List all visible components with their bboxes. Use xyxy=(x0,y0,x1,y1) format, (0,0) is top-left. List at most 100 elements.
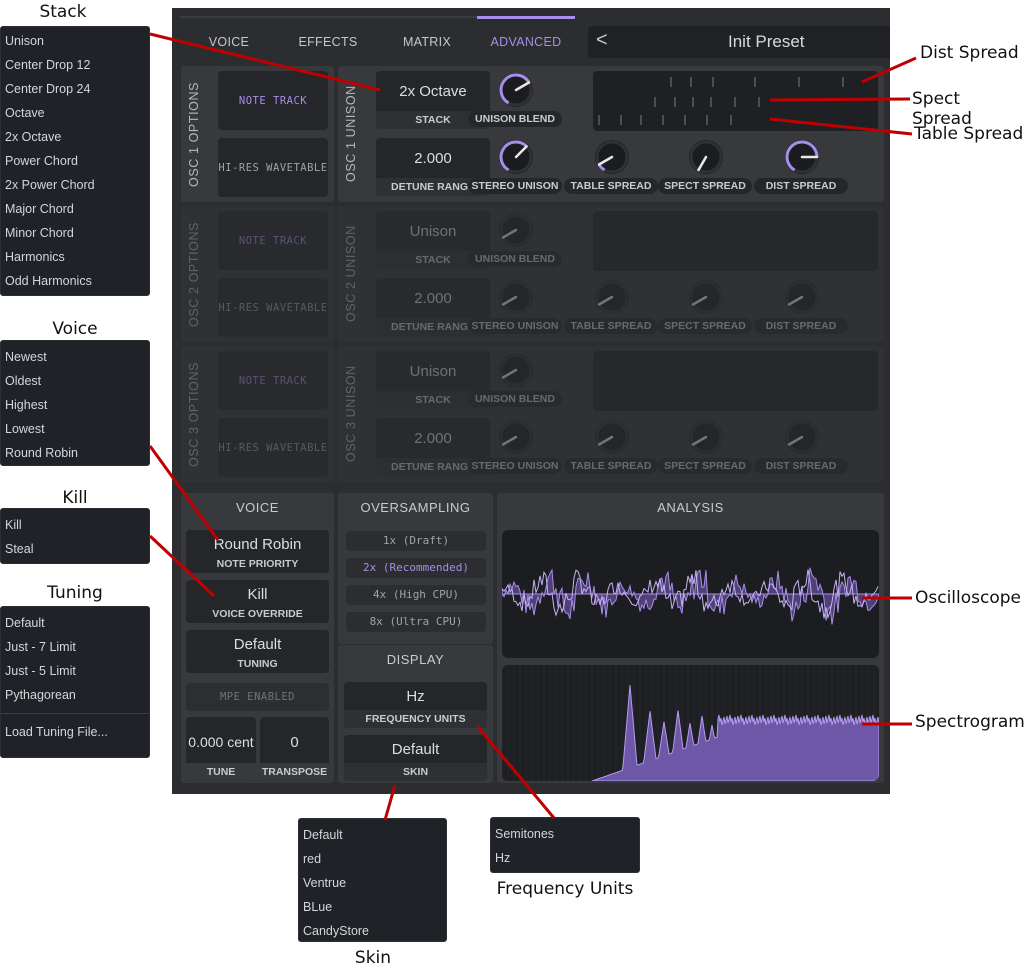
tab-effects[interactable]: EFFECTS xyxy=(279,8,377,64)
menu-item[interactable]: BLue xyxy=(299,895,446,919)
osc-3-spect-spread-knob[interactable]: SPECT SPREAD xyxy=(658,418,752,474)
oversampling-option-2x[interactable]: 2x (Recommended) xyxy=(346,558,486,578)
knob-dial[interactable] xyxy=(497,138,535,176)
osc-3-options-label: OSC 3 OPTIONS xyxy=(187,361,201,467)
osc-1-stereo-unison-knob[interactable]: STEREO UNISON xyxy=(468,138,562,194)
knob-dial[interactable] xyxy=(497,71,535,109)
menu-item[interactable]: Odd Harmonics xyxy=(1,269,149,293)
skin-annotation: Skin xyxy=(354,948,392,968)
menu-item[interactable]: 2x Power Chord xyxy=(1,173,149,197)
tab-matrix[interactable]: MATRIX xyxy=(378,8,476,64)
osc-2-hires-wavetable-label: HI-RES WAVETABLE xyxy=(218,302,328,314)
menu-item[interactable]: Minor Chord xyxy=(1,221,149,245)
menu-item[interactable]: Center Drop 24 xyxy=(1,77,149,101)
tuning-label: TUNING xyxy=(237,658,278,670)
osc-1-stereo-unison-label: STEREO UNISON xyxy=(468,178,562,194)
osc-3-dist-spread-knob[interactable]: DIST SPREAD xyxy=(754,418,848,474)
menu-item[interactable]: Round Robin xyxy=(1,441,149,465)
menu-item-load-tuning[interactable]: Load Tuning File... xyxy=(1,720,149,744)
frequency-units-control[interactable]: Hz FREQUENCY UNITS xyxy=(344,682,487,728)
knob-dial[interactable] xyxy=(687,278,725,316)
osc-1-note-track-button[interactable]: NOTE TRACK xyxy=(218,71,328,130)
skin-control[interactable]: Default SKIN xyxy=(344,735,487,781)
spectrogram-display xyxy=(502,665,879,781)
menu-item[interactable]: Just - 7 Limit xyxy=(1,635,149,659)
menu-item[interactable]: Center Drop 12 xyxy=(1,53,149,77)
osc-2-unison-panel: OSC 2 UNISON Unison STACK 2.000 DETUNE R… xyxy=(338,206,884,342)
menu-item[interactable]: Semitones xyxy=(491,822,639,846)
osc-3-unison-blend-knob[interactable]: UNISON BLEND xyxy=(468,351,562,407)
osc-1-table-spread-knob[interactable]: TABLE SPREAD xyxy=(564,138,658,194)
menu-item[interactable]: Just - 5 Limit xyxy=(1,659,149,683)
knob-dial[interactable] xyxy=(783,138,821,176)
menu-item[interactable]: Power Chord xyxy=(1,149,149,173)
osc-2-unison-blend-knob[interactable]: UNISON BLEND xyxy=(468,211,562,267)
osc-3-table-spread-knob[interactable]: TABLE SPREAD xyxy=(564,418,658,474)
oversampling-option-8x[interactable]: 8x (Ultra CPU) xyxy=(346,612,486,632)
chevron-left-icon[interactable]: < xyxy=(596,29,608,52)
osc-1-spect-spread-knob[interactable]: SPECT SPREAD xyxy=(658,138,752,194)
osc-1-hires-wavetable-button[interactable]: HI-RES WAVETABLE xyxy=(218,138,328,197)
menu-item[interactable]: Newest xyxy=(1,345,149,369)
osc-2-note-track-button[interactable]: NOTE TRACK xyxy=(218,211,328,270)
tune-control[interactable]: 0.000 cent TUNE xyxy=(186,717,256,781)
spect-spread-annotation: Spect Spread xyxy=(912,89,972,129)
osc-1-unison-blend-knob[interactable]: UNISON BLEND xyxy=(468,71,562,127)
menu-item[interactable]: Pythagorean xyxy=(1,683,149,707)
menu-item[interactable]: Default xyxy=(1,611,149,635)
knob-dial[interactable] xyxy=(687,418,725,456)
osc-3-stereo-unison-knob[interactable]: STEREO UNISON xyxy=(468,418,562,474)
osc-2-spect-spread-knob[interactable]: SPECT SPREAD xyxy=(658,278,752,334)
tab-voice[interactable]: VOICE xyxy=(180,8,278,64)
knob-dial[interactable] xyxy=(783,418,821,456)
knob-dial[interactable] xyxy=(593,138,631,176)
preset-selector[interactable]: < Init Preset xyxy=(588,26,890,58)
preset-name[interactable]: Init Preset xyxy=(728,32,805,52)
menu-item[interactable]: Steal xyxy=(1,537,149,561)
osc-2-dist-spread-knob[interactable]: DIST SPREAD xyxy=(754,278,848,334)
menu-item[interactable]: Unison xyxy=(1,29,149,53)
menu-item[interactable]: Lowest xyxy=(1,417,149,441)
display-section: DISPLAY Hz FREQUENCY UNITS Default SKIN xyxy=(338,645,493,783)
knob-dial[interactable] xyxy=(497,418,535,456)
menu-item[interactable]: Highest xyxy=(1,393,149,417)
oversampling-option-1x[interactable]: 1x (Draft) xyxy=(346,531,486,551)
menu-item[interactable]: Ventrue xyxy=(299,871,446,895)
osc-2-stereo-unison-knob[interactable]: STEREO UNISON xyxy=(468,278,562,334)
knob-dial[interactable] xyxy=(497,278,535,316)
osc-2-table-spread-knob[interactable]: TABLE SPREAD xyxy=(564,278,658,334)
voice-override-control[interactable]: Kill VOICE OVERRIDE xyxy=(186,580,329,623)
menu-item[interactable]: Kill xyxy=(1,513,149,537)
tuning-annotation: Tuning xyxy=(47,583,103,603)
knob-dial[interactable] xyxy=(687,138,725,176)
menu-item[interactable]: Hz xyxy=(491,846,639,870)
transpose-control[interactable]: 0 TRANSPOSE xyxy=(260,717,329,781)
osc-3-hires-wavetable-button[interactable]: HI-RES WAVETABLE xyxy=(218,418,328,477)
menu-item[interactable]: red xyxy=(299,847,446,871)
osc-2-hires-wavetable-button[interactable]: HI-RES WAVETABLE xyxy=(218,278,328,337)
menu-item[interactable]: Major Chord xyxy=(1,197,149,221)
menu-item[interactable]: Octave xyxy=(1,101,149,125)
osc-3-note-track-button[interactable]: NOTE TRACK xyxy=(218,351,328,410)
dist-spread-annotation: Dist Spread xyxy=(920,43,1019,63)
mpe-enabled-button[interactable]: MPE ENABLED xyxy=(186,683,329,711)
knob-dial[interactable] xyxy=(497,351,535,389)
oversampling-option-4x[interactable]: 4x (High CPU) xyxy=(346,585,486,605)
menu-item[interactable]: Default xyxy=(299,823,446,847)
menu-item[interactable]: CandyStore xyxy=(299,919,446,943)
menu-item[interactable]: 2x Octave xyxy=(1,125,149,149)
tuning-control[interactable]: Default TUNING xyxy=(186,630,329,673)
osc-1-dist-spread-knob[interactable]: DIST SPREAD xyxy=(754,138,848,194)
knob-dial[interactable] xyxy=(783,278,821,316)
kill-menu: Kill Steal xyxy=(0,508,150,564)
menu-item[interactable]: Harmonics xyxy=(1,245,149,269)
knob-dial[interactable] xyxy=(593,418,631,456)
frequency-units-value: Hz xyxy=(406,688,425,705)
spread-lines xyxy=(598,77,844,125)
waveform-fill xyxy=(502,567,879,625)
menu-item[interactable]: Oldest xyxy=(1,369,149,393)
knob-dial[interactable] xyxy=(593,278,631,316)
tab-advanced[interactable]: ADVANCED xyxy=(477,8,575,64)
note-priority-control[interactable]: Round Robin NOTE PRIORITY xyxy=(186,530,329,573)
knob-dial[interactable] xyxy=(497,211,535,249)
